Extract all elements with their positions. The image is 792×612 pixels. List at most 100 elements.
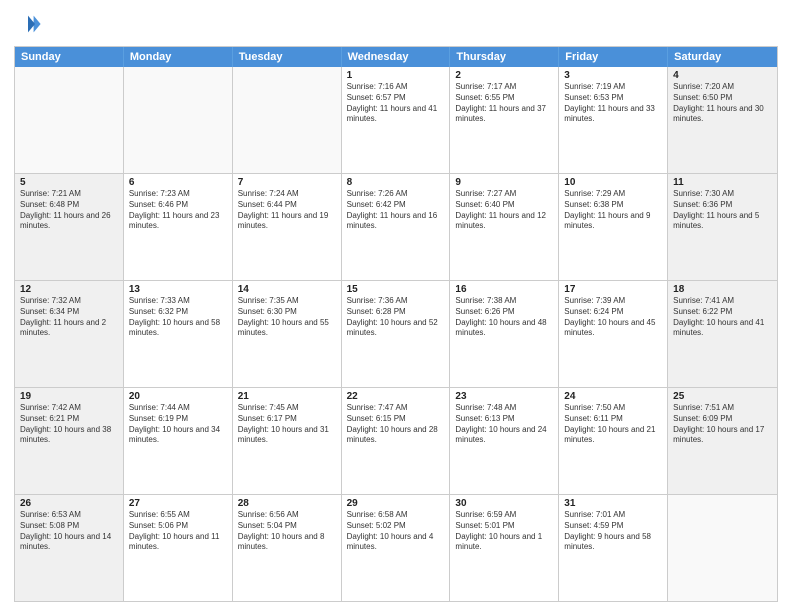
calendar-cell: 13Sunrise: 7:33 AM Sunset: 6:32 PM Dayli… (124, 281, 233, 387)
day-number: 22 (347, 391, 445, 402)
calendar-cell: 10Sunrise: 7:29 AM Sunset: 6:38 PM Dayli… (559, 174, 668, 280)
cell-text: Sunrise: 7:36 AM Sunset: 6:28 PM Dayligh… (347, 296, 445, 339)
calendar-cell: 12Sunrise: 7:32 AM Sunset: 6:34 PM Dayli… (15, 281, 124, 387)
day-number: 7 (238, 177, 336, 188)
header (14, 10, 778, 38)
cell-text: Sunrise: 7:42 AM Sunset: 6:21 PM Dayligh… (20, 403, 118, 446)
day-number: 2 (455, 70, 553, 81)
calendar-cell: 11Sunrise: 7:30 AM Sunset: 6:36 PM Dayli… (668, 174, 777, 280)
calendar-row: 1Sunrise: 7:16 AM Sunset: 6:57 PM Daylig… (15, 67, 777, 173)
weekday-header: Thursday (450, 47, 559, 67)
day-number: 27 (129, 498, 227, 509)
day-number: 15 (347, 284, 445, 295)
calendar-cell: 27Sunrise: 6:55 AM Sunset: 5:06 PM Dayli… (124, 495, 233, 601)
day-number: 19 (20, 391, 118, 402)
calendar-cell: 23Sunrise: 7:48 AM Sunset: 6:13 PM Dayli… (450, 388, 559, 494)
day-number: 26 (20, 498, 118, 509)
day-number: 16 (455, 284, 553, 295)
calendar-cell: 6Sunrise: 7:23 AM Sunset: 6:46 PM Daylig… (124, 174, 233, 280)
calendar-cell: 8Sunrise: 7:26 AM Sunset: 6:42 PM Daylig… (342, 174, 451, 280)
cell-text: Sunrise: 7:39 AM Sunset: 6:24 PM Dayligh… (564, 296, 662, 339)
calendar-cell: 14Sunrise: 7:35 AM Sunset: 6:30 PM Dayli… (233, 281, 342, 387)
calendar-cell: 30Sunrise: 6:59 AM Sunset: 5:01 PM Dayli… (450, 495, 559, 601)
calendar-cell: 28Sunrise: 6:56 AM Sunset: 5:04 PM Dayli… (233, 495, 342, 601)
cell-text: Sunrise: 7:51 AM Sunset: 6:09 PM Dayligh… (673, 403, 772, 446)
calendar-row: 12Sunrise: 7:32 AM Sunset: 6:34 PM Dayli… (15, 280, 777, 387)
calendar-cell: 29Sunrise: 6:58 AM Sunset: 5:02 PM Dayli… (342, 495, 451, 601)
day-number: 11 (673, 177, 772, 188)
cell-text: Sunrise: 7:48 AM Sunset: 6:13 PM Dayligh… (455, 403, 553, 446)
day-number: 13 (129, 284, 227, 295)
cell-text: Sunrise: 7:30 AM Sunset: 6:36 PM Dayligh… (673, 189, 772, 232)
cell-text: Sunrise: 7:29 AM Sunset: 6:38 PM Dayligh… (564, 189, 662, 232)
calendar-cell: 2Sunrise: 7:17 AM Sunset: 6:55 PM Daylig… (450, 67, 559, 173)
day-number: 1 (347, 70, 445, 81)
day-number: 12 (20, 284, 118, 295)
calendar-cell: 9Sunrise: 7:27 AM Sunset: 6:40 PM Daylig… (450, 174, 559, 280)
calendar-cell: 3Sunrise: 7:19 AM Sunset: 6:53 PM Daylig… (559, 67, 668, 173)
cell-text: Sunrise: 6:53 AM Sunset: 5:08 PM Dayligh… (20, 510, 118, 553)
cell-text: Sunrise: 7:16 AM Sunset: 6:57 PM Dayligh… (347, 82, 445, 125)
calendar-cell: 16Sunrise: 7:38 AM Sunset: 6:26 PM Dayli… (450, 281, 559, 387)
cell-text: Sunrise: 7:32 AM Sunset: 6:34 PM Dayligh… (20, 296, 118, 339)
weekday-header: Tuesday (233, 47, 342, 67)
day-number: 23 (455, 391, 553, 402)
day-number: 17 (564, 284, 662, 295)
calendar-cell: 4Sunrise: 7:20 AM Sunset: 6:50 PM Daylig… (668, 67, 777, 173)
cell-text: Sunrise: 7:47 AM Sunset: 6:15 PM Dayligh… (347, 403, 445, 446)
cell-text: Sunrise: 7:27 AM Sunset: 6:40 PM Dayligh… (455, 189, 553, 232)
day-number: 3 (564, 70, 662, 81)
calendar-cell (15, 67, 124, 173)
calendar-cell: 19Sunrise: 7:42 AM Sunset: 6:21 PM Dayli… (15, 388, 124, 494)
calendar-cell (233, 67, 342, 173)
calendar-cell: 22Sunrise: 7:47 AM Sunset: 6:15 PM Dayli… (342, 388, 451, 494)
day-number: 30 (455, 498, 553, 509)
cell-text: Sunrise: 7:41 AM Sunset: 6:22 PM Dayligh… (673, 296, 772, 339)
calendar-cell: 24Sunrise: 7:50 AM Sunset: 6:11 PM Dayli… (559, 388, 668, 494)
page: SundayMondayTuesdayWednesdayThursdayFrid… (0, 0, 792, 612)
day-number: 10 (564, 177, 662, 188)
calendar-cell: 17Sunrise: 7:39 AM Sunset: 6:24 PM Dayli… (559, 281, 668, 387)
calendar-row: 19Sunrise: 7:42 AM Sunset: 6:21 PM Dayli… (15, 387, 777, 494)
calendar-body: 1Sunrise: 7:16 AM Sunset: 6:57 PM Daylig… (15, 67, 777, 601)
calendar-row: 26Sunrise: 6:53 AM Sunset: 5:08 PM Dayli… (15, 494, 777, 601)
calendar-cell (124, 67, 233, 173)
cell-text: Sunrise: 6:59 AM Sunset: 5:01 PM Dayligh… (455, 510, 553, 553)
calendar-cell: 21Sunrise: 7:45 AM Sunset: 6:17 PM Dayli… (233, 388, 342, 494)
day-number: 14 (238, 284, 336, 295)
cell-text: Sunrise: 7:45 AM Sunset: 6:17 PM Dayligh… (238, 403, 336, 446)
cell-text: Sunrise: 7:17 AM Sunset: 6:55 PM Dayligh… (455, 82, 553, 125)
cell-text: Sunrise: 7:26 AM Sunset: 6:42 PM Dayligh… (347, 189, 445, 232)
weekday-header: Sunday (15, 47, 124, 67)
cell-text: Sunrise: 7:23 AM Sunset: 6:46 PM Dayligh… (129, 189, 227, 232)
cell-text: Sunrise: 7:50 AM Sunset: 6:11 PM Dayligh… (564, 403, 662, 446)
calendar-cell: 1Sunrise: 7:16 AM Sunset: 6:57 PM Daylig… (342, 67, 451, 173)
calendar: SundayMondayTuesdayWednesdayThursdayFrid… (14, 46, 778, 602)
weekday-header: Saturday (668, 47, 777, 67)
day-number: 5 (20, 177, 118, 188)
weekday-header: Wednesday (342, 47, 451, 67)
weekday-header: Friday (559, 47, 668, 67)
day-number: 24 (564, 391, 662, 402)
calendar-cell: 26Sunrise: 6:53 AM Sunset: 5:08 PM Dayli… (15, 495, 124, 601)
cell-text: Sunrise: 7:19 AM Sunset: 6:53 PM Dayligh… (564, 82, 662, 125)
cell-text: Sunrise: 6:55 AM Sunset: 5:06 PM Dayligh… (129, 510, 227, 553)
calendar-cell: 20Sunrise: 7:44 AM Sunset: 6:19 PM Dayli… (124, 388, 233, 494)
day-number: 31 (564, 498, 662, 509)
cell-text: Sunrise: 7:38 AM Sunset: 6:26 PM Dayligh… (455, 296, 553, 339)
calendar-row: 5Sunrise: 7:21 AM Sunset: 6:48 PM Daylig… (15, 173, 777, 280)
cell-text: Sunrise: 6:56 AM Sunset: 5:04 PM Dayligh… (238, 510, 336, 553)
cell-text: Sunrise: 7:21 AM Sunset: 6:48 PM Dayligh… (20, 189, 118, 232)
calendar-cell: 18Sunrise: 7:41 AM Sunset: 6:22 PM Dayli… (668, 281, 777, 387)
day-number: 29 (347, 498, 445, 509)
calendar-cell: 7Sunrise: 7:24 AM Sunset: 6:44 PM Daylig… (233, 174, 342, 280)
calendar-cell: 15Sunrise: 7:36 AM Sunset: 6:28 PM Dayli… (342, 281, 451, 387)
day-number: 18 (673, 284, 772, 295)
day-number: 28 (238, 498, 336, 509)
cell-text: Sunrise: 7:01 AM Sunset: 4:59 PM Dayligh… (564, 510, 662, 553)
cell-text: Sunrise: 7:33 AM Sunset: 6:32 PM Dayligh… (129, 296, 227, 339)
calendar-cell (668, 495, 777, 601)
day-number: 9 (455, 177, 553, 188)
day-number: 21 (238, 391, 336, 402)
cell-text: Sunrise: 7:35 AM Sunset: 6:30 PM Dayligh… (238, 296, 336, 339)
